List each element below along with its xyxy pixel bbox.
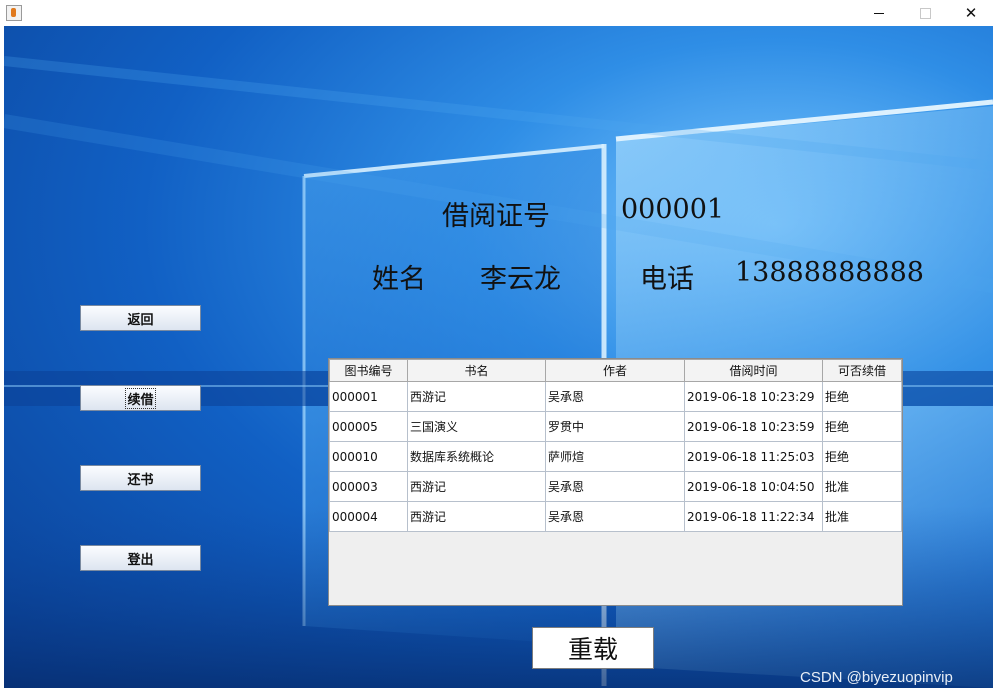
back-button-label: 返回 (127, 312, 154, 328)
back-button[interactable]: 返回 (80, 305, 201, 331)
card-number-value: 000001 (621, 194, 725, 225)
table-row[interactable]: 000005 三国演义 罗贯中 2019-06-18 10:23:59 拒绝 (329, 411, 902, 442)
renew-button-label: 续借 (125, 387, 156, 409)
borrow-records-table[interactable]: 图书编号 书名 作者 借阅时间 可否续借 000001 西游记 吴承恩 2019… (328, 358, 903, 606)
close-button[interactable]: ✕ (948, 0, 994, 26)
cell-book-id[interactable]: 000001 (329, 381, 408, 412)
cell-renewable[interactable]: 拒绝 (822, 411, 902, 442)
reload-button-label: 重载 (567, 635, 618, 664)
reload-button[interactable]: 重载 (532, 627, 654, 669)
cell-author[interactable]: 吴承恩 (545, 471, 685, 502)
column-header-borrow-time[interactable]: 借阅时间 (684, 359, 823, 382)
cell-title[interactable]: 数据库系统概论 (407, 441, 546, 472)
cell-title[interactable]: 西游记 (407, 471, 546, 502)
cell-author[interactable]: 萨师煊 (545, 441, 685, 472)
minimize-button[interactable] (856, 0, 902, 26)
cell-author[interactable]: 吴承恩 (545, 501, 685, 532)
cell-book-id[interactable]: 000010 (329, 441, 408, 472)
table-row[interactable]: 000004 西游记 吴承恩 2019-06-18 11:22:34 批准 (329, 501, 902, 532)
cell-renewable[interactable]: 批准 (822, 471, 902, 502)
java-cup-icon[interactable] (6, 5, 22, 21)
cell-author[interactable]: 吴承恩 (545, 381, 685, 412)
maximize-icon (919, 7, 931, 19)
column-header-author[interactable]: 作者 (545, 359, 685, 382)
table-row[interactable]: 000001 西游记 吴承恩 2019-06-18 10:23:29 拒绝 (329, 381, 902, 412)
cell-author[interactable]: 罗贯中 (545, 411, 685, 442)
title-bar: ✕ (0, 0, 996, 26)
cell-book-id[interactable]: 000004 (329, 501, 408, 532)
cell-renewable[interactable]: 拒绝 (822, 381, 902, 412)
phone-value: 13888888888 (735, 257, 924, 288)
name-label: 姓名 (372, 264, 426, 295)
cell-borrow-time[interactable]: 2019-06-18 11:22:34 (684, 501, 823, 532)
column-header-renewable[interactable]: 可否续借 (822, 359, 902, 382)
cell-borrow-time[interactable]: 2019-06-18 11:25:03 (684, 441, 823, 472)
phone-label: 电话 (640, 264, 694, 295)
cell-renewable[interactable]: 批准 (822, 501, 902, 532)
maximize-button[interactable] (902, 0, 948, 26)
cell-title[interactable]: 西游记 (407, 501, 546, 532)
cell-book-id[interactable]: 000003 (329, 471, 408, 502)
watermark: CSDN @biyezuopinvip (800, 669, 953, 686)
minimize-icon (874, 12, 884, 14)
logout-button[interactable]: 登出 (80, 545, 201, 571)
name-value: 李云龙 (480, 264, 561, 295)
cell-renewable[interactable]: 拒绝 (822, 441, 902, 472)
column-header-book-id[interactable]: 图书编号 (329, 359, 408, 382)
logout-button-label: 登出 (127, 552, 154, 568)
cell-borrow-time[interactable]: 2019-06-18 10:23:29 (684, 381, 823, 412)
close-icon: ✕ (964, 4, 978, 22)
cell-borrow-time[interactable]: 2019-06-18 10:04:50 (684, 471, 823, 502)
client-area: 借阅证号 000001 姓名 李云龙 电话 13888888888 返回 续借 … (4, 26, 993, 688)
table-row[interactable]: 000010 数据库系统概论 萨师煊 2019-06-18 11:25:03 拒… (329, 441, 902, 472)
cell-borrow-time[interactable]: 2019-06-18 10:23:59 (684, 411, 823, 442)
return-book-button-label: 还书 (127, 472, 154, 488)
column-header-title[interactable]: 书名 (407, 359, 546, 382)
table-row[interactable]: 000003 西游记 吴承恩 2019-06-18 10:04:50 批准 (329, 471, 902, 502)
cell-title[interactable]: 西游记 (407, 381, 546, 412)
card-number-label: 借阅证号 (442, 201, 550, 232)
window-border-bottom (0, 688, 996, 699)
records-grid: 图书编号 书名 作者 借阅时间 可否续借 000001 西游记 吴承恩 2019… (329, 359, 902, 532)
renew-button[interactable]: 续借 (80, 385, 201, 411)
return-book-button[interactable]: 还书 (80, 465, 201, 491)
table-header-row: 图书编号 书名 作者 借阅时间 可否续借 (329, 359, 902, 382)
cell-book-id[interactable]: 000005 (329, 411, 408, 442)
cell-title[interactable]: 三国演义 (407, 411, 546, 442)
